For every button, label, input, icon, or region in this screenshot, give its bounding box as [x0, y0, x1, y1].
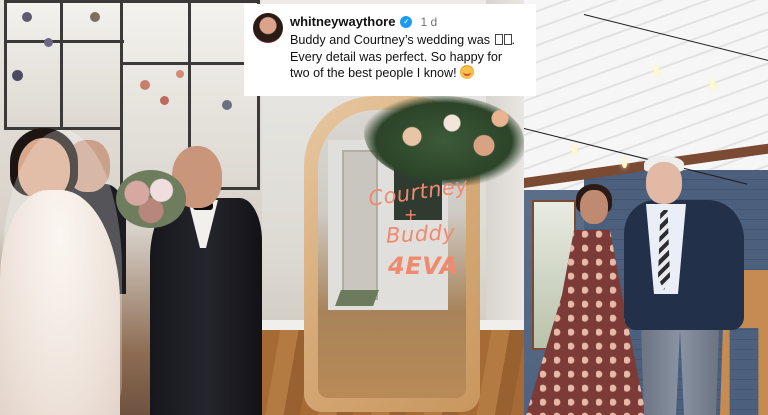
- window-mullion: [4, 40, 124, 43]
- missing-glyph-icon: [503, 34, 512, 45]
- post-header: whitneywaythore ✓ 1 d: [290, 14, 437, 29]
- window-mullion: [120, 62, 260, 65]
- sign-name-buddy: Buddy: [385, 220, 456, 248]
- verified-badge-icon: ✓: [400, 15, 413, 28]
- missing-glyph-icon: [494, 34, 503, 45]
- mirror-reflection-rug: [335, 290, 379, 306]
- username-link[interactable]: whitneywaythore: [290, 14, 395, 29]
- smiling-face-with-hearts-emoji-icon: [460, 65, 475, 79]
- caption-line-1-end: .: [511, 33, 516, 47]
- avatar[interactable]: [253, 13, 283, 43]
- hanging-flower: [44, 38, 53, 47]
- photo-ceremony: [0, 0, 262, 415]
- light-bulb: [622, 158, 627, 168]
- bouquet: [116, 170, 186, 228]
- post-caption-card: whitneywaythore ✓ 1 d Buddy and Courtney…: [244, 4, 536, 96]
- light-bulb: [572, 145, 577, 155]
- caption-line-3: two of the best people I know!: [290, 66, 457, 80]
- hanging-flower: [12, 70, 23, 81]
- sign-plus: +: [404, 205, 418, 224]
- older-man: [646, 162, 682, 204]
- sign-4eva: 4EVA: [388, 252, 459, 280]
- hanging-flower: [176, 70, 184, 78]
- woman: [580, 190, 608, 224]
- caption-line-2: Every detail was perfect. So happy for: [290, 49, 503, 64]
- mirror-reflection-door: [342, 150, 378, 300]
- photo-porch-dance: [524, 0, 768, 415]
- hanging-flower: [22, 12, 32, 22]
- bride-dress: [0, 190, 120, 415]
- post-timestamp: 1 d: [420, 14, 438, 29]
- hanging-flower: [222, 100, 232, 110]
- light-bulb: [654, 66, 659, 76]
- hanging-flower: [160, 96, 169, 105]
- window-mullion: [60, 0, 63, 130]
- caption-line-1: Buddy and Courtney’s wedding was: [290, 33, 490, 47]
- caption-text: Buddy and Courtney’s wedding was . Every…: [290, 32, 530, 82]
- light-bulb: [710, 80, 715, 90]
- hanging-flower: [140, 80, 150, 90]
- hanging-flower: [90, 12, 100, 22]
